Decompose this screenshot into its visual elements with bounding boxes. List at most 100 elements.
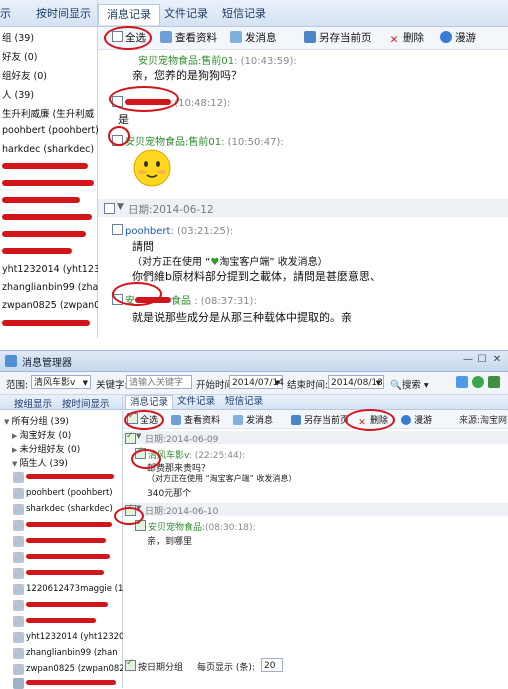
end-date-picker[interactable]: 2014/08/13 ▼ xyxy=(328,375,384,389)
date-group-header[interactable]: ▼ 日期:2014-06-12 xyxy=(98,199,508,217)
tree-item-all-groups[interactable]: ▼ 所有分组 (39) xyxy=(4,414,69,427)
roam-button[interactable]: 漫游 xyxy=(401,413,432,426)
sender-name: 安贝宠物食品: xyxy=(148,523,206,533)
sender-name: 安贝宠物食品:售前01 xyxy=(138,56,235,67)
avatar xyxy=(13,664,24,675)
contact-item[interactable]: 生升利威廉 (生升利威 xyxy=(2,106,94,120)
message-checkbox[interactable] xyxy=(112,224,123,235)
tab-sms[interactable]: 短信记录 xyxy=(221,395,267,408)
tab-by-group[interactable]: 按组显示 xyxy=(14,396,52,410)
search-button[interactable]: 🔍搜索 ▾ xyxy=(390,377,429,391)
avatar xyxy=(13,536,24,547)
save-page-label: 另存当前页 xyxy=(319,32,372,44)
tab-group-partial[interactable]: 示 xyxy=(0,4,11,24)
contact-item-zhanglianbin[interactable]: zhanglianbin99 (zhan xyxy=(26,648,118,658)
contact-item-sharkdec[interactable]: sharkdec (sharkdec) xyxy=(26,504,113,514)
contact-item-poohbert[interactable]: poohbert (poohbert) xyxy=(2,125,99,136)
redaction-scribble xyxy=(2,248,72,254)
range-select[interactable]: 清风车影v ▼ xyxy=(31,375,91,389)
message-text: 是 xyxy=(118,113,129,126)
collapse-arrow-icon: ▼ xyxy=(4,418,12,426)
minimize-icon[interactable]: — xyxy=(462,354,474,366)
contact-item-zwpan[interactable]: zwpan0825 (zwpan0825 xyxy=(26,664,130,674)
tab-files[interactable]: 文件记录 xyxy=(156,4,216,24)
redaction-scribble xyxy=(26,680,116,685)
contact-item-yht[interactable]: yht1232014 (yht12320 xyxy=(2,264,112,275)
avatar xyxy=(13,568,24,579)
tab-files[interactable]: 文件记录 xyxy=(173,395,219,408)
contact-item-zhanglianbin[interactable]: zhanglianbin99 (zhan xyxy=(2,282,104,293)
collapse-arrow-icon[interactable]: ▼ xyxy=(117,202,124,212)
tree-item-strangers[interactable]: ▼ 陌生人 (39) xyxy=(12,456,68,469)
view-profile-label: 查看资料 xyxy=(184,416,221,426)
maximize-icon[interactable]: ☐ xyxy=(476,354,488,366)
group-by-date-checkbox[interactable]: 按日期分组 xyxy=(125,658,183,673)
tree-item-all-groups[interactable]: 组 (39) xyxy=(2,30,34,44)
tab-by-time[interactable]: 按时间显示 xyxy=(36,4,91,24)
tree-item-taobao-friends[interactable]: ▶ 淘宝好友 (0) xyxy=(12,428,71,441)
source-label: 来源:淘宝网 xyxy=(459,416,508,426)
tree-item-ungrouped[interactable]: ▶ 未分组好友 (0) xyxy=(12,442,80,455)
export-icon[interactable] xyxy=(456,376,468,388)
refresh-icon[interactable] xyxy=(472,376,484,388)
contact-sidebar: 按组显示 按时间显示 ▼ 所有分组 (39) ▶ 淘宝好友 (0) ▶ 未分组好… xyxy=(0,395,130,689)
range-label: 范围: xyxy=(6,380,29,391)
contact-item-poohbert[interactable]: poohbert (poohbert) xyxy=(26,488,113,498)
sidebar-tabbar: 示 按时间显示 xyxy=(0,0,97,27)
redaction-scribble xyxy=(2,163,88,169)
excel-icon[interactable] xyxy=(488,376,500,388)
end-time-label: 结束时间: xyxy=(287,380,329,391)
expand-arrow-icon: ▶ xyxy=(12,446,20,454)
message-tabbar: 消息记录 文件记录 短信记录 xyxy=(123,395,508,410)
avatar xyxy=(13,616,24,627)
view-profile-button[interactable]: 查看资料 xyxy=(160,30,217,46)
roam-label: 漫游 xyxy=(414,416,433,426)
window-titlebar: 消息管理器 — ☐ ✕ xyxy=(0,351,508,372)
per-page-label: 每页显示 (条): xyxy=(197,663,255,673)
send-message-button[interactable]: 发消息 xyxy=(230,30,277,46)
contact-item-sharkdec[interactable]: harkdec (sharkdec) xyxy=(2,144,94,155)
send-message-button[interactable]: 发消息 xyxy=(233,413,273,426)
date-checkbox[interactable] xyxy=(125,431,136,444)
save-page-label: 另存当前页 xyxy=(304,416,350,426)
tab-messages[interactable]: 消息记录 xyxy=(98,4,160,25)
contact-item-yht[interactable]: yht1232014 (yht12320 xyxy=(26,632,124,642)
checkbox-icon xyxy=(125,658,136,671)
message-header: 安贝宠物食品:(08:30:18): xyxy=(135,518,256,533)
annotation-circle xyxy=(104,26,152,50)
date-group-header[interactable]: ▼ 日期:2014-06-09 xyxy=(123,431,508,445)
delete-label: 删除 xyxy=(403,32,424,44)
tree-label: 所有分组 (39) xyxy=(11,417,69,427)
message-time: : (10:50:47): xyxy=(221,137,284,148)
roam-button[interactable]: 漫游 xyxy=(440,30,476,46)
tree-item-ungrouped[interactable]: 组好友 (0) xyxy=(2,68,47,82)
taobao-client-icon: ♥ xyxy=(210,257,220,268)
annotation-circle xyxy=(114,507,144,525)
tree-item-strangers[interactable]: 人 (39) xyxy=(2,87,34,101)
collapse-arrow-icon[interactable]: ▼ xyxy=(136,432,141,440)
redaction-scribble xyxy=(2,197,80,203)
message-text: 你們維b原材料部分提到之載体，請問是甚麼意思、 xyxy=(132,270,381,283)
tree-label: 陌生人 (39) xyxy=(19,459,68,469)
tree-item-taobao-friends[interactable]: 好友 (0) xyxy=(2,49,37,63)
client-note: （对方正在使用 “♥淘宝客户端” 收发消息） xyxy=(132,253,328,268)
save-page-button[interactable]: 另存当前页 xyxy=(304,30,372,46)
tab-by-time[interactable]: 按时间显示 xyxy=(62,396,110,410)
close-icon[interactable]: ✕ xyxy=(491,354,503,366)
roam-label: 漫游 xyxy=(455,32,476,44)
tab-messages[interactable]: 消息记录 xyxy=(125,395,174,409)
date-checkbox[interactable] xyxy=(104,203,115,214)
view-profile-button[interactable]: 查看资料 xyxy=(171,413,220,426)
start-date-picker[interactable]: 2014/07/14 ▼ xyxy=(229,375,284,389)
per-page-input[interactable]: 20 xyxy=(261,658,283,672)
chevron-down-icon: ▼ xyxy=(375,379,381,387)
redaction-scribble xyxy=(26,522,112,527)
search-label: 搜索 xyxy=(401,380,421,391)
keyword-input[interactable]: 请输入关键字 xyxy=(126,375,192,389)
annotation-circle xyxy=(109,86,179,112)
contact-item-maggie[interactable]: 1220612473maggie (12 xyxy=(26,584,129,594)
date-group-header[interactable]: ▼ 日期:2014-06-10 xyxy=(123,503,508,517)
delete-button[interactable]: ✕ 删除 xyxy=(388,30,424,46)
save-page-button[interactable]: 另存当前页 xyxy=(291,413,349,426)
tab-sms[interactable]: 短信记录 xyxy=(214,4,274,24)
